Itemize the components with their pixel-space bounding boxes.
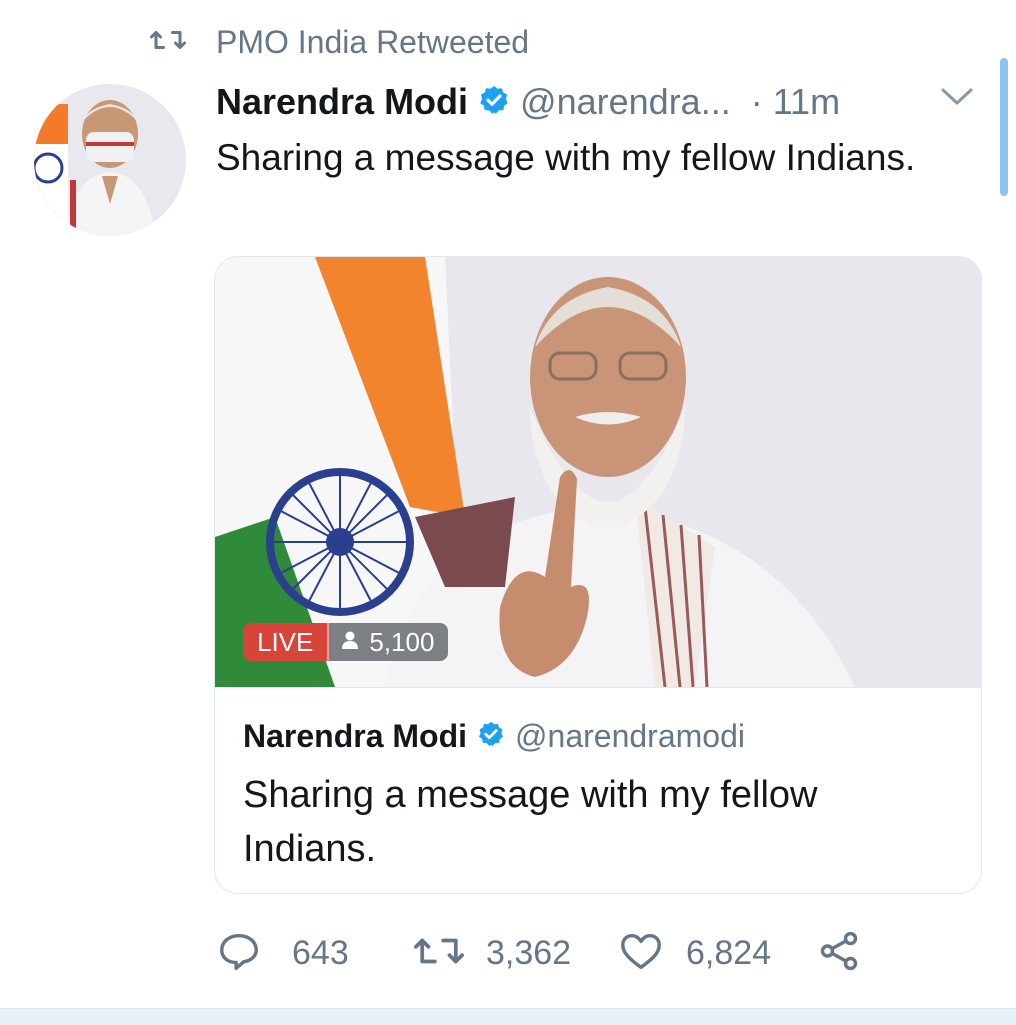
like-count: 6,824	[686, 933, 772, 972]
live-label: LIVE	[243, 623, 330, 661]
reply-count: 643	[292, 933, 349, 972]
tweet-header: Narendra Modi @narendra... · 11m	[216, 78, 986, 126]
chevron-down-icon[interactable]	[940, 86, 974, 113]
card-author-handle: @narendramodi	[515, 718, 745, 754]
avatar[interactable]	[34, 84, 186, 236]
viewers-icon	[339, 627, 361, 658]
reply-button[interactable]: 643	[216, 928, 349, 978]
retweeted-by-header[interactable]: PMO India Retweeted	[150, 22, 529, 62]
retweet-icon	[150, 25, 186, 60]
author-handle[interactable]: @narendra...	[520, 81, 731, 123]
retweet-icon	[412, 930, 466, 977]
retweet-count: 3,362	[486, 933, 572, 972]
viewer-count: 5,100	[329, 623, 449, 661]
like-button[interactable]: 6,824	[618, 928, 771, 978]
card-author-name: Narendra Modi	[243, 718, 468, 754]
live-badge: LIVE 5,100	[243, 623, 449, 661]
retweeted-by-text: PMO India Retweeted	[216, 23, 530, 60]
heart-icon	[618, 928, 664, 979]
share-icon	[816, 928, 862, 979]
card-text: Sharing a message with my fellow Indians…	[243, 774, 818, 870]
retweet-button[interactable]: 3,362	[412, 928, 571, 978]
tweet-timestamp[interactable]: · 11m	[751, 81, 840, 123]
author-name[interactable]: Narendra Modi	[216, 81, 468, 123]
verified-badge-icon	[478, 84, 510, 121]
tweet-actions: 643 3,362 6,824	[216, 928, 916, 978]
card-verified-badge-icon	[477, 720, 505, 753]
card-body: Narendra Modi @narendramodi Sharing a me…	[215, 687, 981, 893]
card-header: Narendra Modi @narendramodi	[243, 718, 745, 755]
viewer-count-value: 5,100	[369, 626, 435, 657]
embedded-broadcast-card[interactable]: LIVE 5,100 Narendra Modi @narendramodi S…	[214, 256, 982, 894]
share-button[interactable]	[816, 928, 862, 978]
reply-icon	[216, 928, 262, 979]
next-tweet-divider	[0, 1008, 1016, 1025]
scroll-indicator[interactable]	[1000, 58, 1008, 196]
video-thumbnail[interactable]: LIVE 5,100	[215, 257, 981, 687]
tweet-text: Sharing a message with my fellow Indians…	[216, 137, 916, 178]
